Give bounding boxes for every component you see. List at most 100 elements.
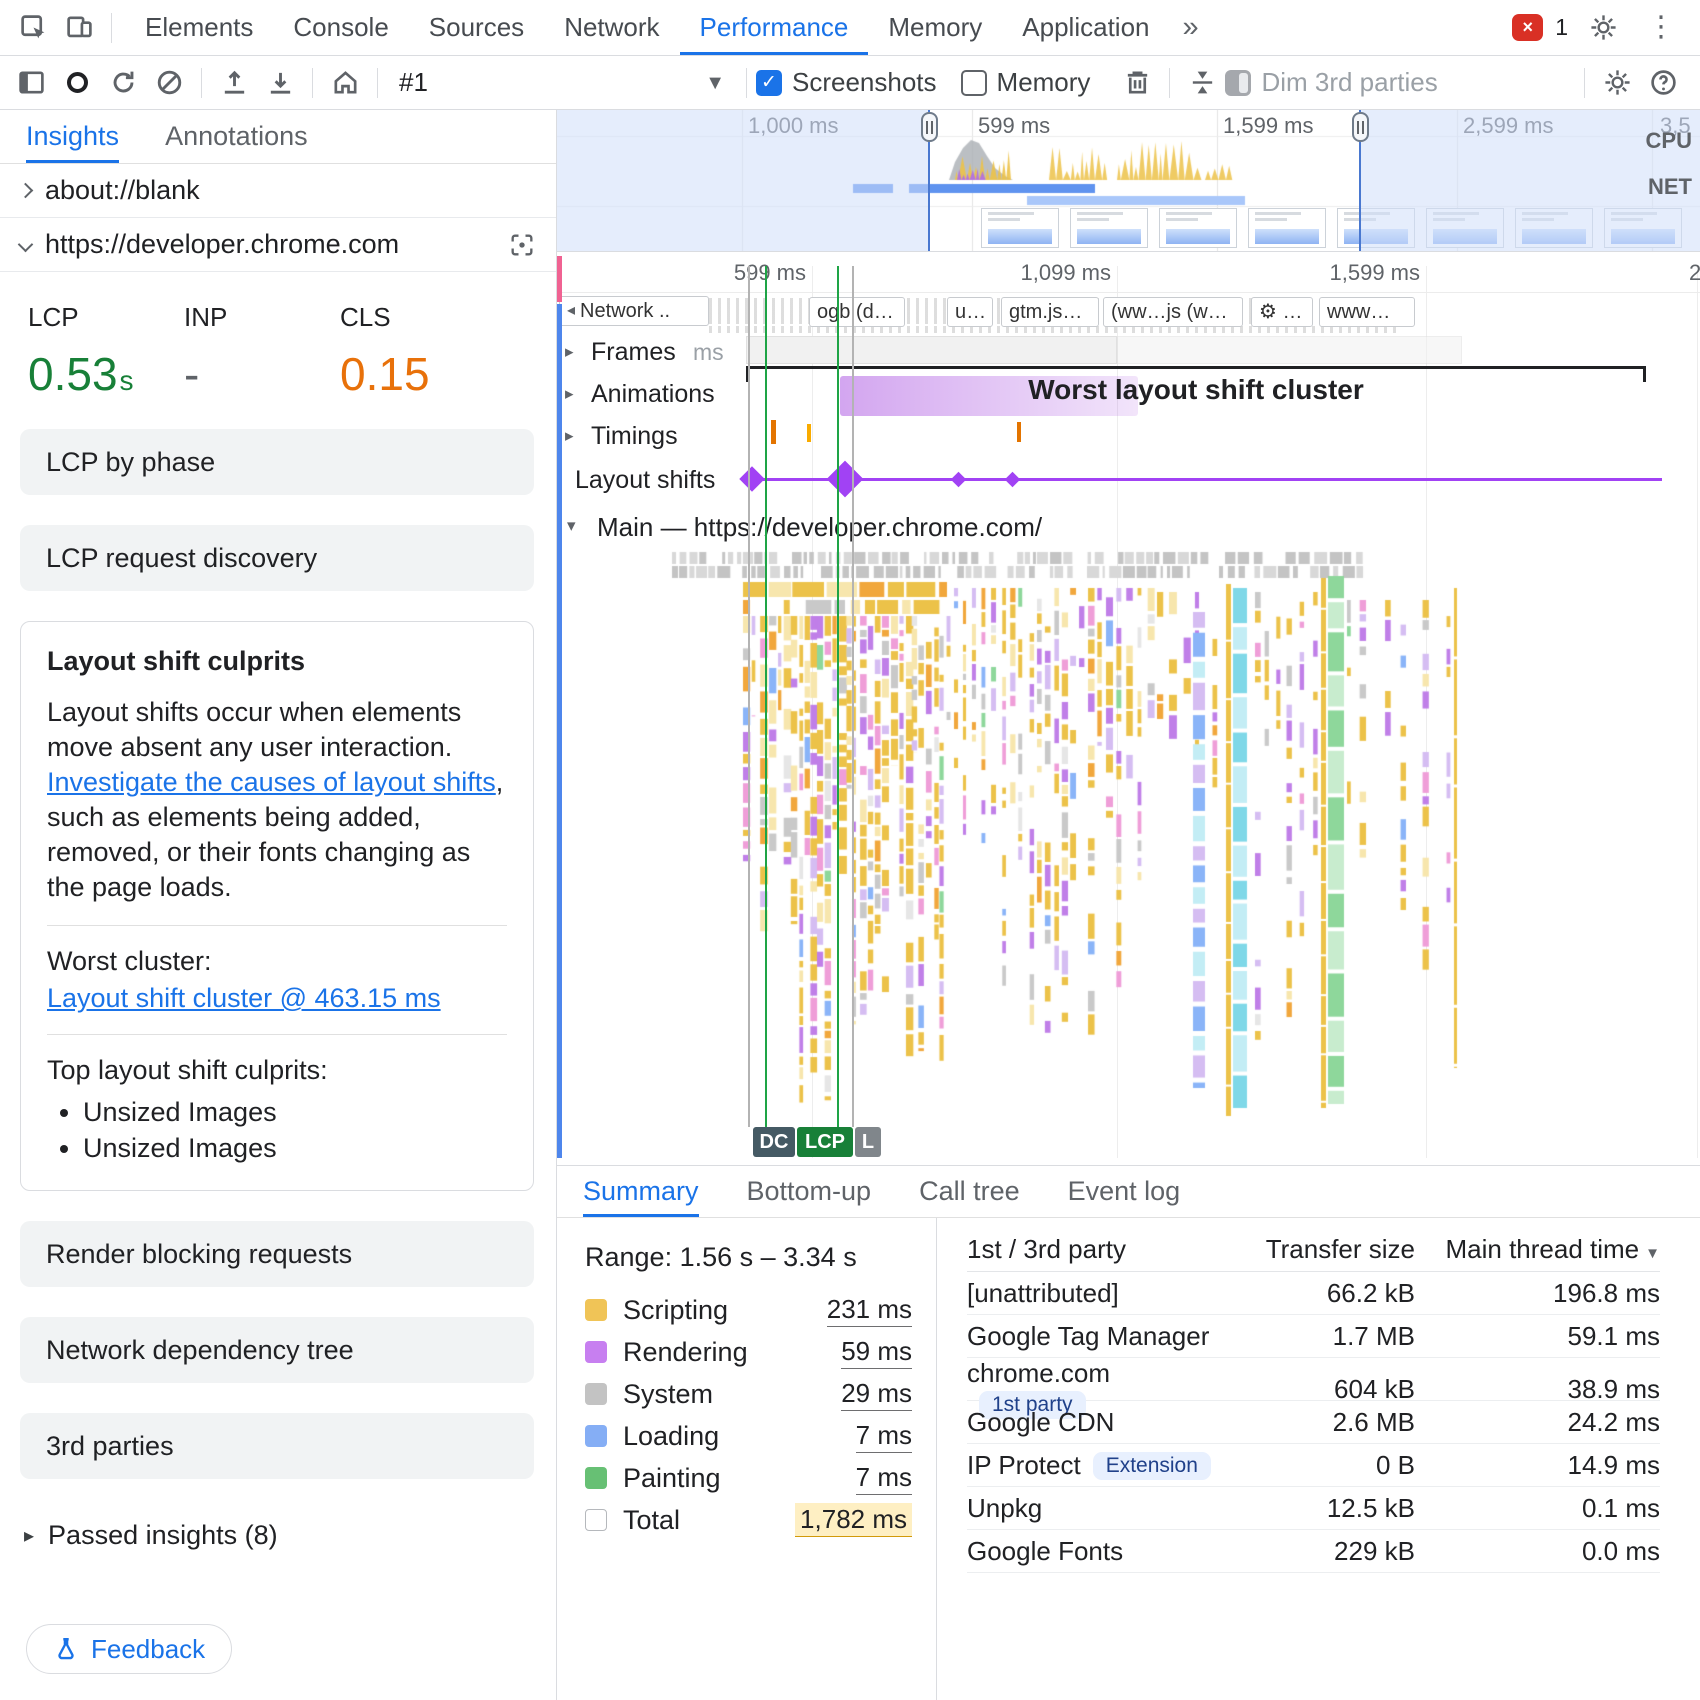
network-request-chip[interactable]: (ww…js (w… [1103,297,1243,327]
insight-card-render-blocking[interactable]: Render blocking requests [20,1221,534,1287]
screenshot-region-icon[interactable] [508,231,536,259]
load-profile-icon[interactable] [211,60,257,106]
passed-insights-toggle[interactable]: ▸ Passed insights (8) [0,1509,556,1561]
triangle-right-icon[interactable]: ▸ [565,384,574,404]
layout-shift-diamond[interactable] [1005,472,1021,488]
tab-console[interactable]: Console [273,0,408,55]
network-request-chip[interactable]: gtm.js… [1001,297,1099,327]
network-track-label[interactable]: ◂Network .. [559,296,709,326]
screenshots-checkbox[interactable]: ✓ [756,70,782,96]
reload-record-icon[interactable] [100,60,146,106]
tab-call-tree[interactable]: Call tree [919,1166,1020,1217]
filmstrip-thumbnail[interactable] [981,208,1059,248]
feedback-button[interactable]: Feedback [26,1624,232,1674]
dim-3rd-parties-toggle[interactable] [1225,70,1251,96]
save-profile-icon[interactable] [257,60,303,106]
garbage-collect-icon[interactable] [1114,60,1160,106]
timing-marker[interactable] [807,424,811,442]
tab-summary[interactable]: Summary [583,1166,699,1217]
tab-network[interactable]: Network [544,0,679,55]
metric-lcp[interactable]: LCP 0.53s [28,302,184,401]
home-icon[interactable] [322,60,368,106]
triangle-down-icon[interactable]: ▾ [567,516,576,536]
insight-card-network-dependency-tree[interactable]: Network dependency tree [20,1317,534,1383]
legend-value[interactable]: 1,782 ms [795,1503,912,1537]
metric-inp[interactable]: INP - [184,302,340,401]
settings-gear-icon[interactable] [1580,5,1626,51]
table-row[interactable]: Google CDN 2.6 MB 24.2 ms [967,1401,1660,1444]
main-track-header[interactable]: Main — https://developer.chrome.com/ [597,512,1042,543]
header-party[interactable]: 1st / 3rd party [967,1234,1225,1265]
tab-elements[interactable]: Elements [125,0,273,55]
filmstrip-thumbnail[interactable] [1159,208,1237,248]
frame-bar[interactable] [746,336,1117,364]
filmstrip-thumbnail[interactable] [1070,208,1148,248]
memory-label[interactable]: Memory [997,67,1091,98]
layout-shift-diamond[interactable] [951,472,967,488]
legend-value[interactable]: 7 ms [856,1419,912,1453]
network-request-chip[interactable]: www… [1319,297,1415,327]
network-request-chip[interactable]: ogb (d… [809,297,905,327]
dock-sidebar-toggle-icon[interactable] [8,60,54,106]
table-row[interactable]: chrome.com1st party 604 kB 38.9 ms [967,1358,1660,1401]
timing-marker[interactable] [771,420,776,444]
tab-annotations[interactable]: Annotations [165,110,308,163]
network-request-chip[interactable]: ⚙ … [1251,297,1313,327]
clear-icon[interactable] [146,60,192,106]
legend-value[interactable]: 29 ms [841,1377,912,1411]
tab-application[interactable]: Application [1002,0,1169,55]
timeline-overview[interactable]: 1,000 ms 599 ms 1,599 ms 2,599 ms 3,5 CP… [557,110,1700,252]
insight-card-lcp-request-discovery[interactable]: LCP request discovery [20,525,534,591]
frame-bar[interactable] [1117,336,1462,364]
timing-marker[interactable] [1017,422,1021,442]
flame-chart-canvas[interactable] [557,548,1700,1158]
link-worst-cluster[interactable]: Layout shift cluster @ 463.15 ms [47,983,441,1013]
memory-checkbox[interactable] [961,70,987,96]
triangle-right-icon[interactable]: ▸ [565,426,574,446]
minimap-handle-left-grip[interactable] [921,112,938,142]
timings-track-label[interactable]: Timings [591,422,678,451]
table-row[interactable]: Google Tag Manager 1.7 MB 59.1 ms [967,1315,1660,1358]
layout-shifts-track-label[interactable]: Layout shifts [575,466,715,495]
tab-bottom-up[interactable]: Bottom-up [747,1166,872,1217]
device-toolbar-icon[interactable] [56,5,102,51]
tab-sources[interactable]: Sources [409,0,544,55]
table-row[interactable]: [unattributed] 66.2 kB 196.8 ms [967,1272,1660,1315]
kebab-menu-icon[interactable]: ⋮ [1638,5,1684,51]
network-request-chip[interactable]: u… [947,297,993,327]
screenshots-label[interactable]: Screenshots [792,67,937,98]
collapse-flame-icon[interactable] [1179,60,1225,106]
insight-card-lcp-by-phase[interactable]: LCP by phase [20,429,534,495]
header-main-thread-time[interactable]: Main thread time▼ [1415,1234,1660,1265]
table-row[interactable]: Google Fonts 229 kB 0.0 ms [967,1530,1660,1573]
legend-value[interactable]: 59 ms [841,1335,912,1369]
profile-history-select[interactable]: #1 ▼ [387,67,737,98]
filmstrip-thumbnail[interactable] [1248,208,1326,248]
more-tabs-icon[interactable]: » [1170,0,1212,55]
layout-shift-diamond[interactable] [739,466,764,491]
metric-cls[interactable]: CLS 0.15 [340,302,496,401]
layout-shift-diamond[interactable] [827,461,864,498]
nav-item-site[interactable]: https://developer.chrome.com [0,218,556,272]
table-row[interactable]: Unpkg 12.5 kB 0.1 ms [967,1487,1660,1530]
record-icon[interactable] [54,60,100,106]
tab-insights[interactable]: Insights [26,110,119,163]
tab-performance[interactable]: Performance [680,0,869,55]
help-icon[interactable] [1640,60,1686,106]
nav-item-about-blank[interactable]: about://blank [0,164,556,218]
tab-memory[interactable]: Memory [868,0,1002,55]
inspect-icon[interactable] [10,5,56,51]
legend-value[interactable]: 7 ms [856,1461,912,1495]
tab-event-log[interactable]: Event log [1068,1166,1181,1217]
insight-card-3rd-parties[interactable]: 3rd parties [20,1413,534,1479]
triangle-right-icon[interactable]: ▸ [565,342,574,362]
capture-settings-gear-icon[interactable] [1594,60,1640,106]
frames-track-label[interactable]: Frames [591,338,676,367]
link-investigate-layout-shifts[interactable]: Investigate the causes of layout shifts [47,767,496,797]
table-row[interactable]: IP ProtectExtension 0 B 14.9 ms [967,1444,1660,1487]
header-transfer-size[interactable]: Transfer size [1225,1234,1415,1265]
insight-card-layout-shift-culprits[interactable]: Layout shift culprits Layout shifts occu… [20,621,534,1191]
minimap-handle-right-grip[interactable] [1352,112,1369,142]
legend-value[interactable]: 231 ms [827,1293,912,1327]
error-badge-icon[interactable]: × [1512,14,1543,41]
